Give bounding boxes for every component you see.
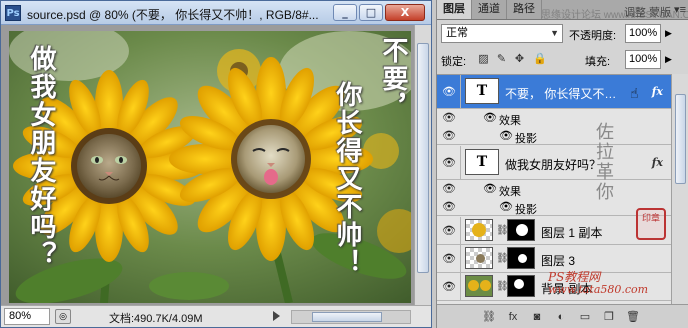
layer-mask-thumb[interactable] bbox=[507, 247, 535, 269]
eye-icon[interactable]: 👁 bbox=[441, 111, 457, 125]
horizontal-scrollbar[interactable] bbox=[291, 310, 411, 324]
red-seal-stamp: 印章 bbox=[636, 208, 666, 240]
layers-panel-footer: ⛓ fx ◙ ◐ ▭ ❐ 🗑 bbox=[437, 304, 688, 328]
eye-icon[interactable]: 👁 bbox=[441, 280, 457, 294]
canvas-image[interactable]: 做我女朋友好吗？ 不要， 你长得又不帅！ bbox=[9, 31, 411, 303]
fx-icon[interactable]: fx bbox=[652, 85, 663, 98]
fill-slider-arrow-icon[interactable]: ▶ bbox=[665, 54, 672, 65]
blend-mode-select[interactable]: 正常 ▼ bbox=[441, 24, 563, 43]
lock-label: 锁定: bbox=[441, 56, 467, 68]
layers-scrollbar[interactable] bbox=[671, 74, 688, 304]
blend-opacity-row: 正常 ▼ 不透明度: 100% ▶ bbox=[441, 24, 685, 44]
delete-layer-icon[interactable]: 🗑 bbox=[625, 310, 641, 324]
layer-name[interactable]: 做我女朋友好吗？ bbox=[505, 156, 601, 173]
calligraphy-signature: 佐拉革你 bbox=[593, 122, 614, 202]
opacity-field[interactable]: 100% bbox=[625, 24, 661, 43]
vertical-scrollbar[interactable] bbox=[414, 25, 431, 305]
canvas-text-right-col2[interactable]: 你长得又不帅！ bbox=[329, 81, 366, 301]
photoshop-screen: Ps source.psd @ 80% (不要， 你长得又不帅！, RGB/8#… bbox=[0, 0, 688, 328]
layer-mask-thumb[interactable] bbox=[507, 275, 535, 297]
effect-label: 投影 bbox=[515, 133, 537, 145]
fill-field[interactable]: 100% bbox=[625, 50, 661, 69]
layer-name[interactable]: 图层 1 副本 bbox=[541, 224, 602, 241]
eye-icon[interactable]: 👁 bbox=[441, 85, 457, 99]
lock-all-icon[interactable]: 🔒 bbox=[533, 53, 547, 66]
eye-icon[interactable]: 👁 bbox=[483, 182, 497, 195]
eye-icon[interactable]: 👁 bbox=[483, 111, 497, 124]
canvas-text-right-col1[interactable]: 不要， bbox=[375, 37, 411, 157]
text-layer-thumb: T bbox=[465, 78, 499, 104]
eye-icon[interactable]: 👁 bbox=[441, 252, 457, 266]
minimize-button[interactable]: _ bbox=[333, 4, 357, 21]
zoom-field[interactable]: 80% bbox=[4, 308, 50, 325]
eye-icon[interactable]: 👁 bbox=[499, 129, 513, 142]
document-title: source.psd @ 80% (不要， 你长得又不帅！, RGB/8#... bbox=[27, 8, 319, 22]
layer-mask-thumb[interactable] bbox=[507, 219, 535, 241]
layer-name[interactable]: 不要， 你长得又不… bbox=[505, 85, 616, 102]
close-button[interactable]: X bbox=[385, 4, 425, 21]
adjustment-layer-icon[interactable]: ◐ bbox=[553, 310, 569, 324]
new-layer-icon[interactable]: ❐ bbox=[601, 310, 617, 324]
add-mask-icon[interactable]: ◙ bbox=[529, 310, 545, 324]
layer-row[interactable]: 👁 T 做我女朋友好吗？ fx bbox=[437, 146, 671, 180]
status-info-icon[interactable]: ◎ bbox=[55, 309, 71, 324]
effects-label: 效果 bbox=[499, 115, 521, 127]
document-window: Ps source.psd @ 80% (不要， 你长得又不帅！, RGB/8#… bbox=[0, 0, 432, 328]
canvas-text-left[interactable]: 做我女朋友好吗？ bbox=[23, 45, 60, 295]
window-controls: _ □ X bbox=[333, 4, 425, 21]
opacity-label: 不透明度: bbox=[569, 30, 617, 42]
photoshop-logo-icon: Ps bbox=[5, 5, 21, 21]
lock-transparency-icon[interactable]: ▨ bbox=[477, 53, 490, 66]
eye-icon[interactable]: 👁 bbox=[499, 200, 513, 213]
layer-thumb bbox=[465, 275, 493, 297]
blend-mode-value: 正常 bbox=[446, 27, 468, 39]
text-layer-thumb: T bbox=[465, 149, 499, 175]
new-group-icon[interactable]: ▭ bbox=[577, 310, 593, 324]
tab-paths[interactable]: 路径 bbox=[507, 0, 542, 19]
layers-scroll-thumb[interactable] bbox=[675, 94, 686, 184]
site-url-watermark: www.tata580.com bbox=[548, 283, 649, 296]
effect-label: 投影 bbox=[515, 204, 537, 216]
layer-thumb bbox=[465, 219, 493, 241]
lock-fill-row: 锁定: ▨ ✎ ✥ 🔒 填充: 100% ▶ bbox=[441, 50, 685, 70]
vertical-scroll-thumb[interactable] bbox=[417, 43, 429, 273]
eye-icon[interactable]: 👁 bbox=[441, 156, 457, 170]
canvas-area[interactable]: 做我女朋友好吗？ 不要， 你长得又不帅！ bbox=[1, 25, 431, 305]
opacity-slider-arrow-icon[interactable]: ▶ bbox=[665, 28, 672, 39]
effect-row[interactable]: 👁 👁 投影 bbox=[437, 127, 671, 145]
layer-thumb bbox=[465, 247, 493, 269]
add-style-icon[interactable]: fx bbox=[505, 310, 521, 324]
hand-cursor-icon: ☝ bbox=[630, 85, 639, 101]
tab-channels[interactable]: 通道 bbox=[472, 0, 507, 19]
eye-icon[interactable]: 👁 bbox=[441, 200, 457, 214]
eye-icon[interactable]: 👁 bbox=[441, 224, 457, 238]
eye-icon[interactable]: 👁 bbox=[441, 182, 457, 196]
effects-row[interactable]: 👁 👁 效果 bbox=[437, 109, 671, 127]
link-layers-icon[interactable]: ⛓ bbox=[481, 310, 497, 324]
chevron-down-icon: ▼ bbox=[550, 28, 559, 38]
document-titlebar[interactable]: Ps source.psd @ 80% (不要， 你长得又不帅！, RGB/8#… bbox=[1, 1, 431, 25]
tab-layers[interactable]: 图层 bbox=[437, 0, 472, 19]
restore-button[interactable]: □ bbox=[359, 4, 383, 21]
document-size-info: 文档:490.7K/4.09M bbox=[109, 313, 203, 325]
effects-label: 效果 bbox=[499, 186, 521, 198]
layer-name[interactable]: 图层 3 bbox=[541, 252, 575, 269]
effects-row[interactable]: 👁 👁 效果 bbox=[437, 180, 671, 198]
horizontal-scroll-thumb[interactable] bbox=[312, 312, 382, 322]
fill-label: 填充: bbox=[585, 56, 611, 68]
lock-paint-icon[interactable]: ✎ bbox=[495, 53, 508, 66]
fx-icon[interactable]: fx bbox=[652, 156, 663, 169]
status-menu-arrow-icon[interactable] bbox=[273, 311, 280, 321]
forum-watermark: 思缘设计论坛 www.MISSYUAN.COM bbox=[541, 10, 688, 21]
lock-position-icon[interactable]: ✥ bbox=[513, 53, 526, 66]
status-bar: 80% ◎ 文档:490.7K/4.09M bbox=[1, 305, 431, 327]
eye-icon[interactable]: 👁 bbox=[441, 129, 457, 143]
